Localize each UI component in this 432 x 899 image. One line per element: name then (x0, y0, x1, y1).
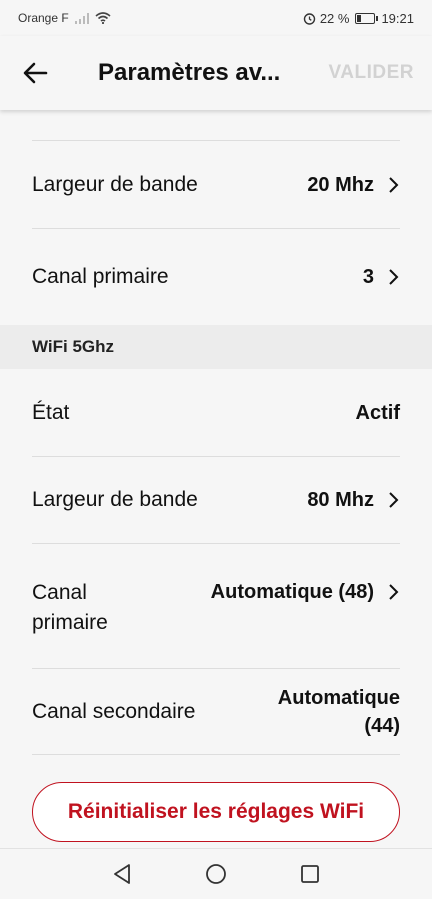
nav-recents-icon (301, 865, 319, 883)
row-primary-channel-5[interactable]: Canal primaire Automatique (48) (32, 544, 400, 669)
row-label: Canal secondaire (32, 699, 196, 723)
chevron-right-icon (389, 269, 399, 285)
battery-percent: 22 % (319, 10, 350, 26)
row-label: Largeur de bande (32, 488, 198, 511)
section-title: WiFi 5Ghz (32, 337, 115, 356)
signal-icon (74, 12, 89, 24)
row-label: Canal primaire (32, 581, 108, 634)
nav-home-button[interactable] (204, 862, 228, 886)
row-value: Automatique (48) (210, 581, 374, 603)
row-bandwidth-5[interactable]: Largeur de bande 80 Mhz (32, 457, 400, 544)
row-label: État (32, 400, 70, 424)
row-label: Largeur de bande (32, 172, 198, 196)
nav-home-icon (206, 864, 226, 884)
row-label: Canal primaire (32, 265, 169, 288)
reset-wifi-label: Réinitialiser les réglages WiFi (67, 800, 365, 823)
validate-button[interactable]: VALIDER (329, 62, 414, 84)
row-state-5: État Actif (32, 369, 400, 457)
nav-recents-button[interactable] (298, 862, 322, 886)
wifi-icon (95, 12, 111, 24)
status-left: Orange F (18, 11, 111, 25)
row-primary-channel-24[interactable]: Canal primaire 3 (32, 229, 400, 325)
back-arrow-icon (23, 62, 48, 84)
back-button[interactable] (0, 36, 70, 110)
battery-icon (355, 12, 379, 24)
carrier-name: Orange F (18, 11, 69, 25)
nav-back-icon (114, 864, 130, 884)
row-value: Actif (355, 401, 400, 424)
system-nav-bar (0, 848, 432, 899)
row-value: Automatique (44) (277, 686, 400, 737)
chevron-right-icon (389, 176, 399, 193)
section-header-wifi-5ghz: WiFi 5Ghz (0, 325, 432, 369)
app-bar: Paramètres av... VALIDER (0, 36, 432, 110)
alarm-icon (303, 12, 316, 25)
row-value: 3 (362, 266, 374, 288)
row-bandwidth-24[interactable]: Largeur de bande 20 Mhz (32, 141, 400, 229)
nav-back-button[interactable] (110, 862, 134, 886)
clock: 19:21 (381, 10, 414, 26)
chevron-right-icon (389, 492, 399, 508)
status-bar: Orange F 22 % 19:21 (0, 0, 432, 36)
row-value: 80 Mhz (307, 489, 374, 511)
row-value: 20 Mhz (307, 173, 374, 196)
status-right: 22 % 19:21 (303, 11, 414, 26)
divider (32, 110, 400, 141)
row-secondary-channel-5: Canal secondaire Automatique (44) (32, 669, 400, 755)
page-title: Paramètres av... (98, 59, 281, 86)
settings-content: Largeur de bande 20 Mhz Canal primaire 3… (0, 110, 432, 755)
chevron-right-icon (389, 584, 399, 600)
reset-wifi-button[interactable]: Réinitialiser les réglages WiFi (32, 782, 400, 842)
